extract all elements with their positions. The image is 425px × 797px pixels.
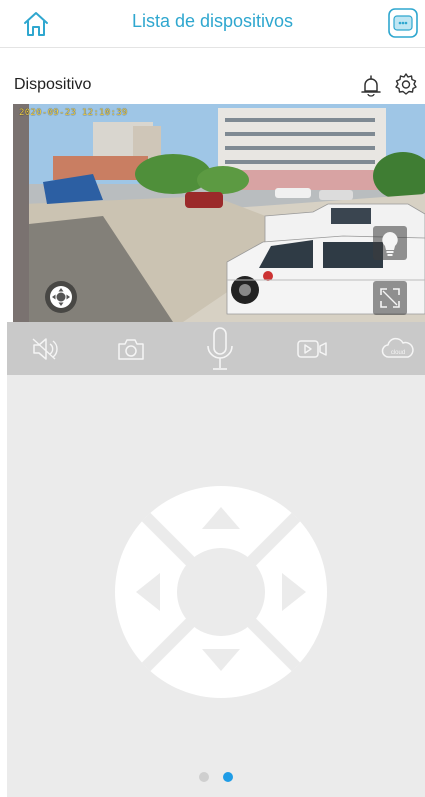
- bell-icon[interactable]: [357, 72, 385, 100]
- video-timestamp: 2020-09-23 12:10:39: [19, 108, 128, 118]
- mute-button[interactable]: [23, 322, 67, 375]
- ptz-panel: [7, 375, 425, 797]
- ptz-direction-pad: [115, 486, 327, 698]
- page-dot-1[interactable]: [198, 771, 209, 782]
- device-row: Dispositivo: [0, 66, 425, 102]
- cloud-icon: cloud: [381, 337, 414, 358]
- page-title: Lista de dispositivos: [131, 11, 294, 31]
- ptz-joystick-icon[interactable]: [45, 281, 77, 313]
- page-indicator: [7, 768, 425, 782]
- control-toolbar: cloud: [7, 322, 425, 375]
- device-label: Dispositivo: [14, 76, 92, 93]
- cloud-button[interactable]: cloud: [375, 322, 421, 375]
- camera-icon: [118, 338, 144, 360]
- fullscreen-icon[interactable]: [373, 281, 407, 315]
- cloud-label: cloud: [391, 350, 405, 356]
- talk-button[interactable]: [197, 322, 243, 375]
- snapshot-button[interactable]: [109, 322, 153, 375]
- video-feed[interactable]: 2020-09-23 12:10:39: [13, 104, 425, 322]
- header-bar: Lista de dispositivos: [0, 0, 425, 48]
- record-button[interactable]: [290, 322, 334, 375]
- speaker-muted-icon: [32, 337, 58, 360]
- microphone-icon: [207, 326, 233, 370]
- video-record-icon: [297, 339, 327, 358]
- app-root: Lista de dispositivos Dispositivo 2020-0…: [0, 0, 425, 797]
- gear-icon[interactable]: [393, 72, 419, 98]
- page-dot-2-active[interactable]: [223, 771, 234, 782]
- lightbulb-icon[interactable]: [373, 226, 407, 260]
- camera-device-icon[interactable]: [386, 6, 420, 40]
